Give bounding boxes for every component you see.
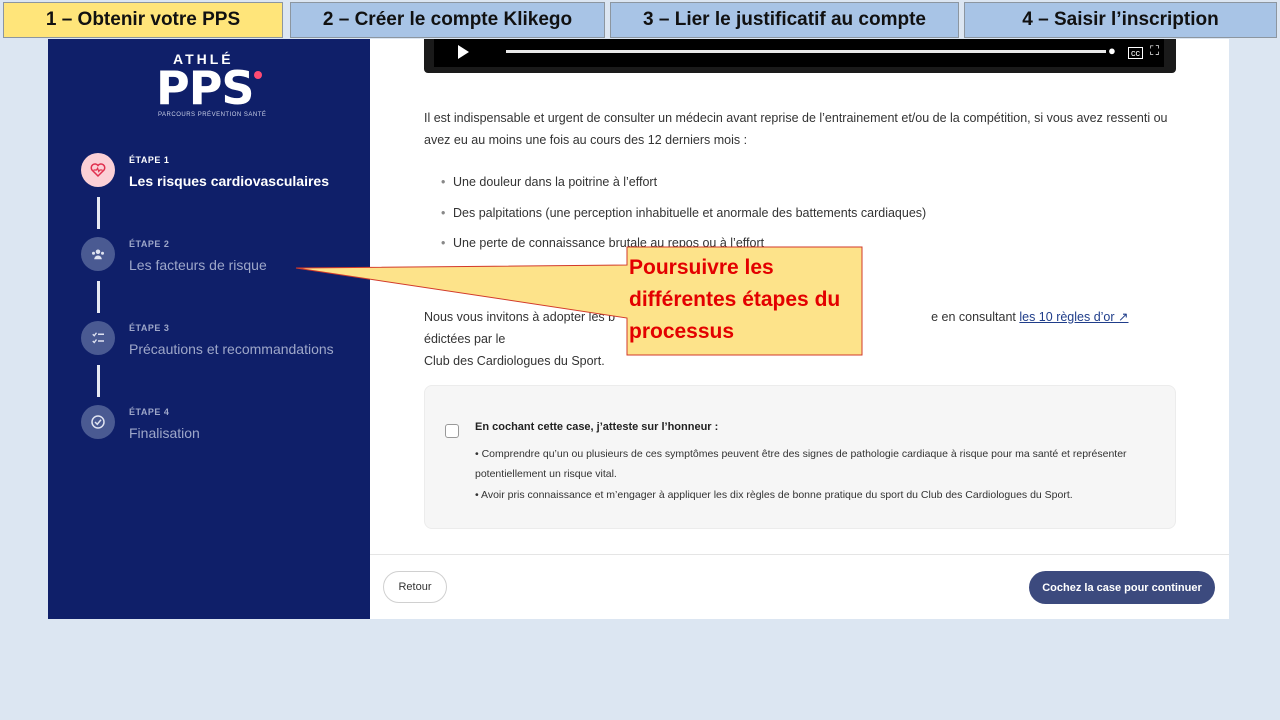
play-icon[interactable] (458, 45, 469, 59)
list-item: Une douleur dans la poitrine à l’effort (441, 175, 657, 189)
step-3-title[interactable]: Précautions et recommandations (129, 341, 334, 357)
heart-icon (81, 153, 115, 187)
callout-text: Poursuivre les différentes étapes du pro… (629, 256, 841, 343)
captions-icon[interactable]: cc (1128, 47, 1143, 59)
checklist-icon (81, 321, 115, 355)
video-player[interactable]: ● cc ⛶ (424, 39, 1176, 73)
invite-start: Nous vous invitons à adopter les b (424, 310, 616, 324)
attest-item: • Avoir pris connaissance et m’engager à… (475, 489, 1073, 501)
step-2-title[interactable]: Les facteurs de risque (129, 257, 267, 273)
step-3-label: ÉTAPE 3 (129, 323, 170, 333)
step-connector (97, 281, 100, 313)
fullscreen-icon[interactable]: ⛶ (1150, 43, 1159, 59)
continue-button[interactable]: Cochez la case pour continuer (1029, 571, 1215, 604)
list-item: Des palpitations (une perception inhabit… (441, 206, 926, 220)
ten-rules-link[interactable]: les 10 règles d’or ↗ (1019, 310, 1128, 324)
logo-tagline: PARCOURS PRÉVENTION SANTÉ (158, 112, 267, 118)
step-1-label: ÉTAPE 1 (129, 155, 170, 165)
back-button[interactable]: Retour (383, 571, 447, 603)
step-connector (97, 197, 100, 229)
attestation-box: En cochant cette case, j’atteste sur l’h… (424, 385, 1176, 529)
list-item: Une perte de connaissance brutale au rep… (441, 236, 764, 250)
volume-icon[interactable]: ● (1108, 43, 1116, 58)
footer-divider (370, 554, 1229, 555)
step-connector (97, 365, 100, 397)
check-circle-icon (81, 405, 115, 439)
step-1-title[interactable]: Les risques cardiovasculaires (129, 173, 329, 189)
step-4-title[interactable]: Finalisation (129, 425, 200, 441)
logo-dot (254, 71, 262, 79)
tab-creer-compte[interactable]: 2 – Créer le compte Klikego (290, 2, 605, 38)
attest-title: En cochant cette case, j’atteste sur l’h… (475, 421, 719, 433)
video-controls: ● cc ⛶ (434, 39, 1164, 67)
video-progress-bar[interactable] (506, 50, 1106, 53)
logo-name: PPS (156, 61, 255, 115)
attest-checkbox[interactable] (445, 424, 459, 438)
invite-end: édictées par le (424, 332, 506, 346)
tab-saisir-inscription[interactable]: 4 – Saisir l’inscription (964, 2, 1277, 38)
group-icon (81, 237, 115, 271)
step-2-label: ÉTAPE 2 (129, 239, 170, 249)
attest-item: • Comprendre qu’un ou plusieurs de ces s… (475, 448, 1127, 480)
sidebar: ATHLÉ PPS PARCOURS PRÉVENTION SANTÉ ÉTAP… (48, 39, 370, 619)
intro-text: Il est indispensable et urgent de consul… (424, 111, 1168, 147)
invite-mid: e en consultant (931, 310, 1020, 324)
tab-obtenir-pps[interactable]: 1 – Obtenir votre PPS (3, 2, 283, 38)
invite-line2: Club des Cardiologues du Sport. (424, 354, 605, 368)
tab-lier-justificatif[interactable]: 3 – Lier le justificatif au compte (610, 2, 959, 38)
step-4-label: ÉTAPE 4 (129, 407, 170, 417)
